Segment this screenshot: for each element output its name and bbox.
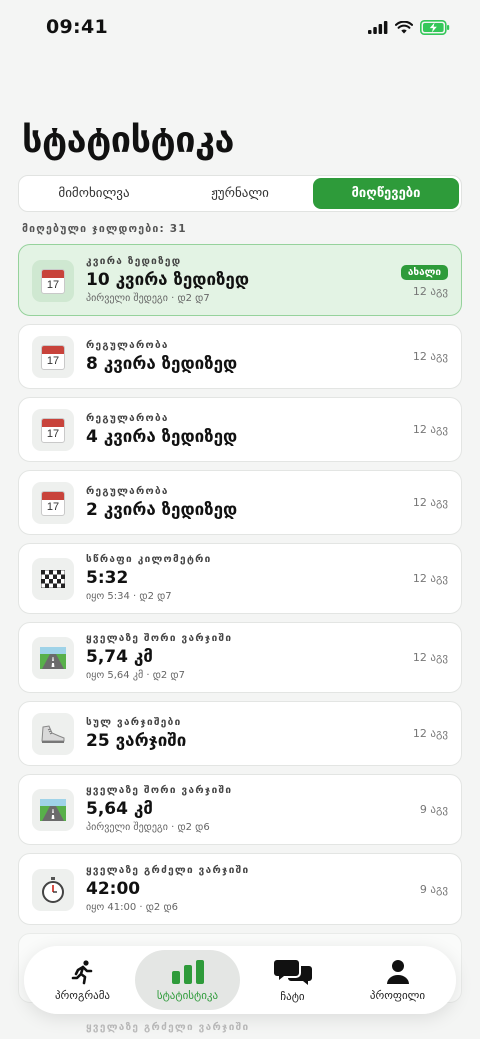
achievement-card[interactable]: 17 რეგულარობა 8 კვირა ზედიზედ 12 აგვ <box>18 324 462 389</box>
runner-icon <box>71 959 92 984</box>
ghost-label: ყველაზე გრძელი ვარჯიში <box>86 1022 250 1033</box>
tab-chat[interactable]: ჩატი <box>240 950 345 1010</box>
tab-achievements[interactable]: მიღწევები <box>313 178 459 209</box>
calendar-icon: 17 <box>32 336 74 378</box>
achievement-value: 8 კვირა ზედიზედ <box>86 354 238 374</box>
achievement-card[interactable]: სწრაფი კილომეტრი 5:32 იყო 5:34 · დ2 დ7 1… <box>18 543 462 614</box>
earned-awards-count: მიღებული ჯილდოები: 31 <box>22 223 187 235</box>
road-icon <box>32 637 74 679</box>
achievement-label: რეგულარობა <box>86 486 169 497</box>
chat-bubbles-icon <box>273 959 312 985</box>
road-icon <box>32 789 74 831</box>
achievement-card[interactable]: 17 რეგულარობა 4 კვირა ზედიზედ 12 აგვ <box>18 397 462 462</box>
bottom-tab-bar: პროგრამა სტატისტიკა ჩატი პროფილი <box>24 946 456 1014</box>
achievement-value: 2 კვირა ზედიზედ <box>86 500 238 520</box>
achievement-label: ყველაზე გრძელი ვარჯიში <box>86 865 250 876</box>
tab-statistics[interactable]: სტატისტიკა <box>135 950 240 1010</box>
achievement-sub: პირველი შედეგი · დ2 დ6 <box>86 822 210 833</box>
calendar-icon: 17 <box>32 482 74 524</box>
new-badge: ახალი <box>400 265 448 280</box>
tab-label: ჩატი <box>280 989 305 1003</box>
achievement-value: 4 კვირა ზედიზედ <box>86 427 238 447</box>
achievement-date: 12 აგვ <box>412 651 448 664</box>
page-title: სტატისტიკა <box>22 120 234 161</box>
calendar-icon: 17 <box>32 260 74 302</box>
achievement-value: 25 ვარჯიში <box>86 731 187 751</box>
achievement-label: სწრაფი კილომეტრი <box>86 554 212 565</box>
achievement-date: 12 აგვ <box>412 285 448 298</box>
achievement-card[interactable]: ყველაზე გრძელი ვარჯიში 42:00 იყო 41:00 ·… <box>18 853 462 925</box>
tab-overview[interactable]: მიმოხილვა <box>21 178 167 209</box>
status-icons <box>368 19 450 35</box>
tab-journal[interactable]: ჟურნალი <box>167 178 313 209</box>
achievement-label: ყველაზე შორი ვარჯიში <box>86 785 233 796</box>
achievement-sub: პირველი შედეგი · დ2 დ7 <box>86 293 210 304</box>
achievement-card[interactable]: 17 რეგულარობა 2 კვირა ზედიზედ 12 აგვ <box>18 470 462 535</box>
achievement-date: 9 აგვ <box>419 883 448 896</box>
achievement-card[interactable]: სულ ვარჯიშები 25 ვარჯიში 12 აგვ <box>18 701 462 766</box>
bar-chart-icon <box>171 959 204 984</box>
achievement-card[interactable]: ყველაზე შორი ვარჯიში 5,74 კმ იყო 5,64 კმ… <box>18 622 462 693</box>
checkered-flag-icon <box>32 558 74 600</box>
achievement-date: 12 აგვ <box>412 727 448 740</box>
tab-program[interactable]: პროგრამა <box>30 950 135 1010</box>
stopwatch-icon <box>32 869 74 911</box>
achievement-value: 5:32 <box>86 568 129 588</box>
achievement-value: 5,64 კმ <box>86 799 153 819</box>
tab-label: პროფილი <box>369 988 426 1002</box>
achievement-sub: იყო 41:00 · დ2 დ6 <box>86 902 179 913</box>
calendar-icon: 17 <box>32 409 74 451</box>
achievement-label: სულ ვარჯიშები <box>86 717 182 728</box>
achievement-label: რეგულარობა <box>86 340 169 351</box>
status-time: 09:41 <box>46 16 108 38</box>
achievement-value: 42:00 <box>86 879 141 899</box>
status-bar: 09:41 <box>0 0 480 54</box>
achievement-value: 5,74 კმ <box>86 647 153 667</box>
achievement-label: რეგულარობა <box>86 413 169 424</box>
achievement-sub: იყო 5:34 · დ2 დ7 <box>86 591 172 602</box>
segmented-control: მიმოხილვა ჟურნალი მიღწევები <box>18 175 462 212</box>
achievement-date: 9 აგვ <box>419 803 448 816</box>
achievement-value: 10 კვირა ზედიზედ <box>86 270 250 290</box>
achievement-label: ყველაზე შორი ვარჯიში <box>86 633 233 644</box>
achievement-date: 12 აგვ <box>412 423 448 436</box>
tab-label: პროგრამა <box>54 988 111 1002</box>
achievement-date: 12 აგვ <box>412 572 448 585</box>
tab-profile[interactable]: პროფილი <box>345 950 450 1010</box>
wifi-icon <box>395 20 413 33</box>
achievement-sub: იყო 5,64 კმ · დ2 დ7 <box>86 670 185 681</box>
achievement-card[interactable]: ყველაზე შორი ვარჯიში 5,64 კმ პირველი შედ… <box>18 774 462 845</box>
achievement-date: 12 აგვ <box>412 350 448 363</box>
person-icon <box>386 959 409 984</box>
signal-icon <box>368 20 388 34</box>
sneaker-icon <box>32 713 74 755</box>
tab-label: სტატისტიკა <box>156 988 219 1002</box>
achievement-label: კვირა ზედიზედ <box>86 256 182 267</box>
achievement-date: 12 აგვ <box>412 496 448 509</box>
battery-charging-icon <box>420 19 450 35</box>
achievement-card[interactable]: 17 კვირა ზედიზედ 10 კვირა ზედიზედ პირველ… <box>18 244 462 316</box>
